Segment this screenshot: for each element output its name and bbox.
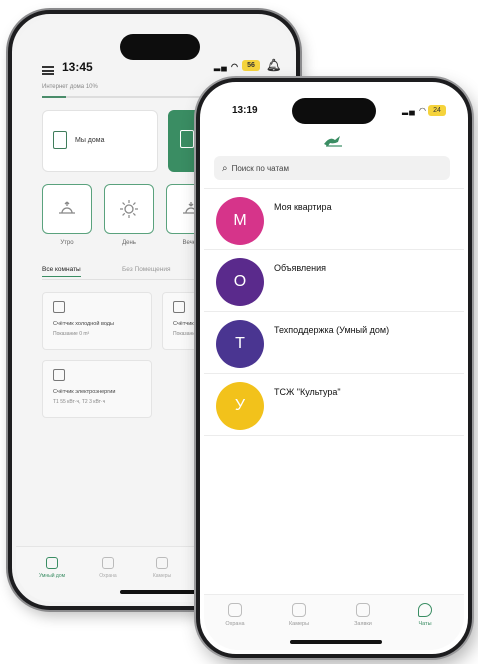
camera-icon <box>156 557 168 569</box>
avatar: Т <box>216 320 264 368</box>
nav-cameras[interactable]: Камеры <box>274 603 324 627</box>
chat-name: Моя квартира <box>274 202 332 212</box>
bird-logo-icon <box>324 136 342 147</box>
chat-search-field[interactable]: ⌕ <box>214 156 450 180</box>
scenario-morning-button[interactable] <box>42 184 92 234</box>
door-icon <box>53 131 67 149</box>
search-icon: ⌕ <box>222 162 228 174</box>
device-card-cold-water[interactable]: Счётчик холодной воды Показание 0 m³ <box>42 292 152 350</box>
chat-bubble-icon <box>418 603 432 617</box>
signal-wifi-icon: ▂▄ ◠ <box>214 62 240 71</box>
front-phone: 13:19 ▂▄ ◠ 24 ⌕ М Моя квартира О Объявле… <box>196 78 472 658</box>
internet-progress-label: Интернет дома 10% <box>42 84 98 90</box>
chat-item-hoa[interactable]: У ТСЖ "Культура" <box>204 374 464 436</box>
status-bar: 13:45 ▂▄ ◠ 56 🔔︎ <box>16 38 292 75</box>
status-time: 13:45 <box>62 60 93 74</box>
device-subtitle: Т1 55 кВт·ч, Т2 3 кВт·ч <box>53 399 106 405</box>
chat-name: ТСЖ "Культура" <box>274 387 341 397</box>
nav-label: Охрана <box>99 573 117 579</box>
battery-icon: 24 <box>428 105 446 116</box>
scenario-day-button[interactable] <box>104 184 154 234</box>
nav-cameras[interactable]: Камеры <box>140 557 184 579</box>
device-title: Счётчик электроэнергии <box>53 389 116 395</box>
exit-door-icon <box>180 130 194 148</box>
avatar: М <box>216 197 264 245</box>
nav-label: Охрана <box>225 621 245 627</box>
scenario-day-label: День <box>122 240 136 246</box>
avatar: У <box>216 382 264 430</box>
nav-smart-home[interactable]: Умный дом <box>30 557 74 579</box>
chat-item-announcements[interactable]: О Объявления <box>204 250 464 312</box>
device-card-electricity[interactable]: Счётчик электроэнергии Т1 55 кВт·ч, Т2 3… <box>42 360 152 418</box>
bottom-nav: Охрана Камеры Заявки Чаты <box>204 594 464 650</box>
dynamic-island <box>292 98 376 124</box>
tab-no-room[interactable]: Без Помещения <box>122 266 171 273</box>
chat-name: Объявления <box>274 263 327 273</box>
home-mode-label: Мы дома <box>75 137 105 144</box>
internet-progress-fill <box>42 96 66 98</box>
front-phone-screen: 13:19 ▂▄ ◠ 24 ⌕ М Моя квартира О Объявле… <box>204 86 464 650</box>
nav-label: Камеры <box>288 621 310 627</box>
stage: 13:45 ▂▄ ◠ 56 🔔︎ Интернет дома 10% Мы до… <box>0 0 478 664</box>
sun-icon <box>120 200 138 218</box>
sunrise-icon <box>59 201 75 214</box>
device-title: Счётчик <box>173 321 194 327</box>
nav-label: Умный дом <box>38 573 66 579</box>
nav-label: Камеры <box>152 573 172 579</box>
bell-icon[interactable]: 🔔︎ <box>266 58 281 72</box>
device-title: Счётчик холодной воды <box>53 321 114 327</box>
home-indicator <box>290 640 382 644</box>
battery-icon: 56 <box>242 60 260 71</box>
chat-item-support[interactable]: Т Техподдержка (Умный дом) <box>204 312 464 374</box>
meter-icon <box>53 301 65 313</box>
home-indicator <box>120 590 200 594</box>
clipboard-icon <box>356 603 370 617</box>
nav-security[interactable]: Охрана <box>210 603 260 627</box>
nav-security[interactable]: Охрана <box>86 557 130 579</box>
home-icon <box>46 557 58 569</box>
tab-all-rooms[interactable]: Все комнаты <box>42 266 81 277</box>
device-subtitle: Показание 0 m³ <box>53 331 90 337</box>
nav-label: Заявки <box>354 621 372 627</box>
status-time: 13:19 <box>232 105 258 116</box>
chat-list: М Моя квартира О Объявления Т Техподдерж… <box>204 188 464 436</box>
nav-requests[interactable]: Заявки <box>338 603 388 627</box>
chat-search-input[interactable] <box>231 163 432 173</box>
avatar: О <box>216 258 264 306</box>
meter-icon <box>173 301 185 313</box>
shield-icon <box>228 603 242 617</box>
shield-icon <box>102 557 114 569</box>
meter-icon <box>53 369 65 381</box>
camera-icon <box>292 603 306 617</box>
scenario-morning-label: Утро <box>60 240 74 246</box>
signal-wifi-icon: ▂▄ ◠ <box>402 106 428 115</box>
menu-icon[interactable] <box>42 66 54 75</box>
chat-item-my-apartment[interactable]: М Моя квартира <box>204 188 464 250</box>
nav-chats[interactable]: Чаты <box>400 603 450 627</box>
device-subtitle: Показание <box>173 331 198 337</box>
nav-label: Чаты <box>418 621 432 627</box>
home-mode-card[interactable]: Мы дома <box>42 110 158 172</box>
chat-name: Техподдержка (Умный дом) <box>274 325 390 335</box>
